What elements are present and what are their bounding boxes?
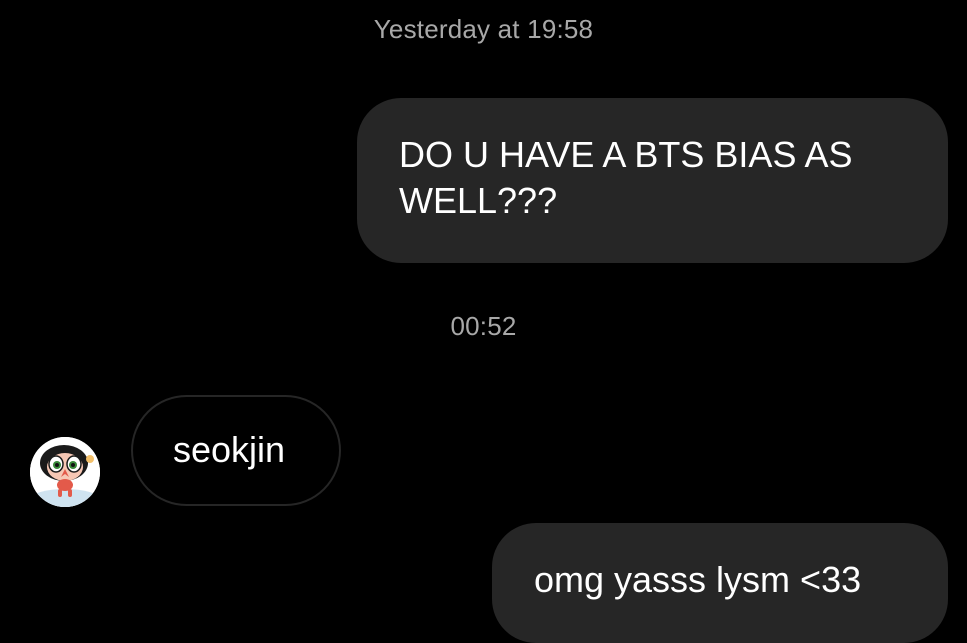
message-text: DO U HAVE A BTS BIAS AS WELL??? (399, 134, 853, 221)
message-text: seokjin (173, 429, 286, 470)
incoming-message-bubble[interactable]: seokjin (131, 395, 341, 506)
cartoon-character-avatar-icon (30, 437, 100, 507)
timestamp-divider: Yesterday at 19:58 (373, 14, 594, 44)
message-text: omg yasss lysm <33 (534, 559, 862, 600)
outgoing-message-bubble[interactable]: omg yasss lysm <33 (492, 523, 948, 643)
outgoing-message-bubble[interactable]: DO U HAVE A BTS BIAS AS WELL??? (357, 98, 948, 263)
timestamp-divider: 00:52 (450, 311, 517, 341)
sender-avatar[interactable] (30, 437, 100, 507)
